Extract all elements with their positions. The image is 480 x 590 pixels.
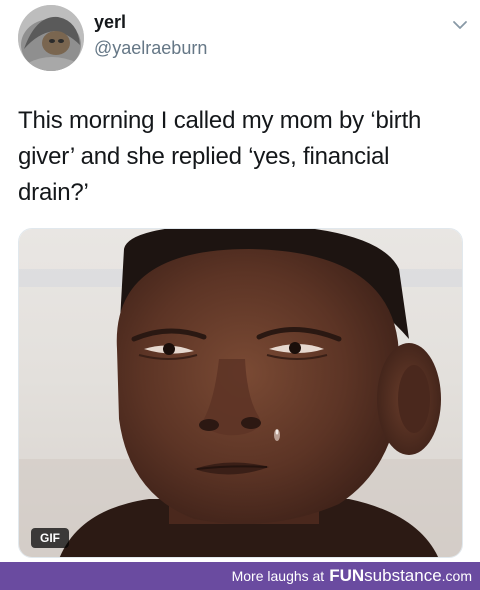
crying-boy-photo (19, 229, 462, 557)
brand-name: substance (364, 566, 442, 585)
brand-logo[interactable]: FUNsubstance.com (329, 566, 472, 586)
avatar[interactable] (18, 5, 84, 71)
brand-tld: .com (441, 568, 472, 584)
user-handle[interactable]: @yaelraeburn (94, 38, 207, 59)
tweet-text: This morning I called my mom by ‘birth g… (18, 107, 422, 206)
chevron-down-icon[interactable] (449, 14, 471, 36)
gif-badge: GIF (31, 528, 69, 548)
brand-fun: FUN (329, 566, 365, 585)
avatar-image (18, 5, 84, 71)
footer-prefix: More laughs at (231, 568, 325, 584)
tweet-media-gif[interactable]: GIF (18, 228, 463, 558)
tweet-card: yerl @yaelraeburn This morning I called … (0, 0, 480, 562)
display-name[interactable]: yerl (94, 12, 126, 33)
site-footer-banner[interactable]: More laughs at FUNsubstance.com (0, 562, 480, 590)
